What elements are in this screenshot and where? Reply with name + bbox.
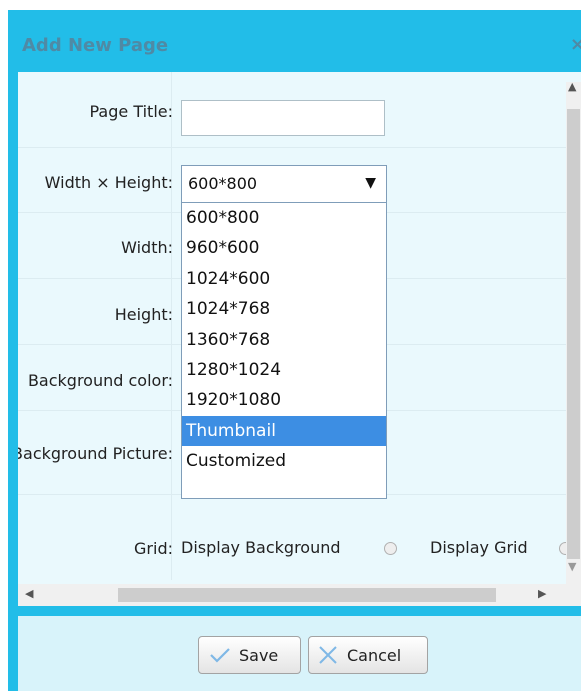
vertical-scrollbar[interactable]: ▲ ▼ xyxy=(566,80,581,592)
width-label: Width: xyxy=(121,238,173,257)
display-background-label: Display Background xyxy=(181,538,341,557)
scroll-down-icon[interactable]: ▼ xyxy=(568,560,576,573)
horizontal-scroll-thumb[interactable] xyxy=(118,588,496,602)
add-page-dialog: Add New Page × Page Title: Width × Heigh… xyxy=(8,10,581,691)
background-picture-label: Background Picture: xyxy=(18,444,173,463)
horizontal-scrollbar[interactable]: ◀ ▶ xyxy=(18,584,581,606)
size-option[interactable]: 960*600 xyxy=(182,233,386,263)
size-option[interactable]: 1360*768 xyxy=(182,325,386,355)
close-icon xyxy=(319,646,337,664)
size-dropdown-list: 600*800 960*600 1024*600 1024*768 1360*7… xyxy=(181,203,387,499)
scroll-left-icon[interactable]: ◀ xyxy=(25,587,33,600)
dialog-titlebar[interactable]: Add New Page × xyxy=(8,10,581,72)
scroll-right-icon[interactable]: ▶ xyxy=(538,587,546,600)
check-icon xyxy=(210,648,230,663)
size-selected-value: 600*800 xyxy=(188,174,258,193)
save-button-label: Save xyxy=(239,646,279,665)
size-option[interactable]: 1024*600 xyxy=(182,264,386,294)
vertical-scroll-thumb[interactable] xyxy=(567,109,580,559)
cancel-button[interactable]: Cancel xyxy=(308,636,428,674)
size-option[interactable]: 1024*768 xyxy=(182,294,386,324)
close-icon[interactable]: × xyxy=(570,34,581,55)
form-content: Page Title: Width × Height: 600*800 ▼ Wi… xyxy=(18,72,581,592)
size-label: Width × Height: xyxy=(44,173,173,192)
display-grid-label: Display Grid xyxy=(430,538,528,557)
dialog-footer: Save Cancel xyxy=(18,616,581,691)
size-select[interactable]: 600*800 ▼ xyxy=(181,165,387,203)
page-title-input[interactable] xyxy=(181,100,385,136)
cancel-button-label: Cancel xyxy=(347,646,402,665)
size-option[interactable]: 1920*1080 xyxy=(182,385,386,415)
size-option[interactable]: 600*800 xyxy=(182,203,386,233)
display-background-radio[interactable] xyxy=(384,542,397,555)
grid-label: Grid: xyxy=(134,539,173,558)
size-option-highlighted[interactable]: Thumbnail xyxy=(182,415,386,447)
chevron-down-icon: ▼ xyxy=(365,175,376,191)
background-color-label: Background color: xyxy=(27,371,173,390)
size-option[interactable]: 1280*1024 xyxy=(182,355,386,385)
size-option[interactable]: Customized xyxy=(182,446,386,476)
scroll-up-icon[interactable]: ▲ xyxy=(568,80,576,93)
dialog-title: Add New Page xyxy=(22,35,169,56)
page-title-label: Page Title: xyxy=(89,102,174,121)
save-button[interactable]: Save xyxy=(198,636,301,674)
height-label: Height: xyxy=(114,305,173,324)
